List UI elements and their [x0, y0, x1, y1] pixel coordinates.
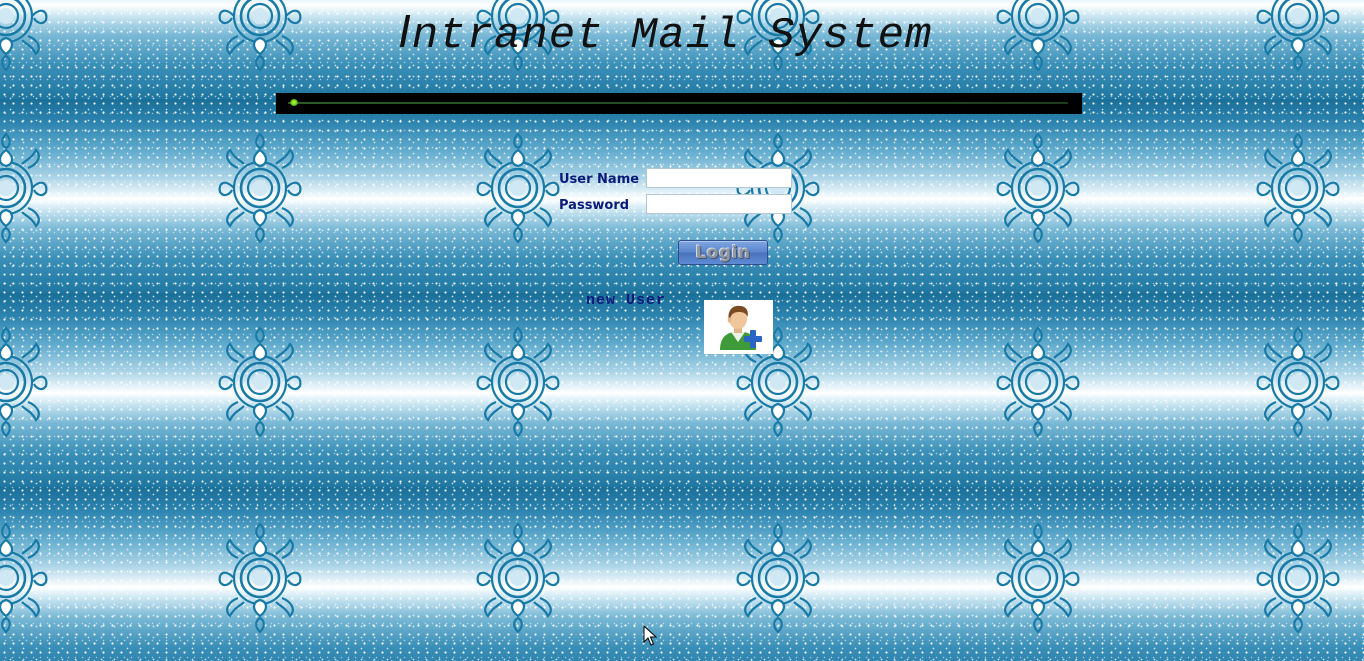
ornament-motif [996, 522, 1080, 634]
add-user-icon [720, 305, 762, 350]
username-input[interactable] [646, 168, 792, 188]
mouse-cursor-icon [643, 625, 657, 646]
ornament-motif [218, 132, 302, 244]
login-button[interactable]: Login [678, 240, 768, 265]
password-input[interactable] [646, 194, 792, 214]
new-user-button[interactable] [704, 300, 773, 354]
new-user-label: new User [586, 292, 667, 309]
ornament-motif [476, 132, 560, 244]
username-label: User Name [559, 172, 640, 187]
ornament-motif [476, 522, 560, 634]
username-row: User Name [556, 167, 796, 191]
marquee-indicator [290, 99, 298, 106]
ornament-motif [0, 0, 48, 72]
ornament-motif [218, 522, 302, 634]
ornament-motif [218, 0, 302, 72]
ornament-motif [1256, 0, 1340, 72]
page-title-initial: I [398, 5, 412, 57]
ornament-motif [0, 522, 48, 634]
password-row: Password [556, 193, 796, 217]
ornament-motif [1256, 522, 1340, 634]
ornament-motif [1256, 326, 1340, 438]
marquee-bar [276, 93, 1082, 114]
ornament-motif [996, 132, 1080, 244]
ornament-motif [736, 522, 820, 634]
ornament-motif [0, 326, 48, 438]
ornament-motif [476, 326, 560, 438]
ornament-motif [996, 0, 1080, 72]
password-label: Password [559, 198, 630, 213]
marquee-track [288, 102, 1068, 104]
ornament-motif [1256, 132, 1340, 244]
page-title-text: ntranet Mail System [411, 11, 933, 61]
ornament-motif [0, 132, 48, 244]
ornament-motif [996, 326, 1080, 438]
page-title: Intranet Mail System [398, 4, 932, 61]
ornament-motif [218, 326, 302, 438]
